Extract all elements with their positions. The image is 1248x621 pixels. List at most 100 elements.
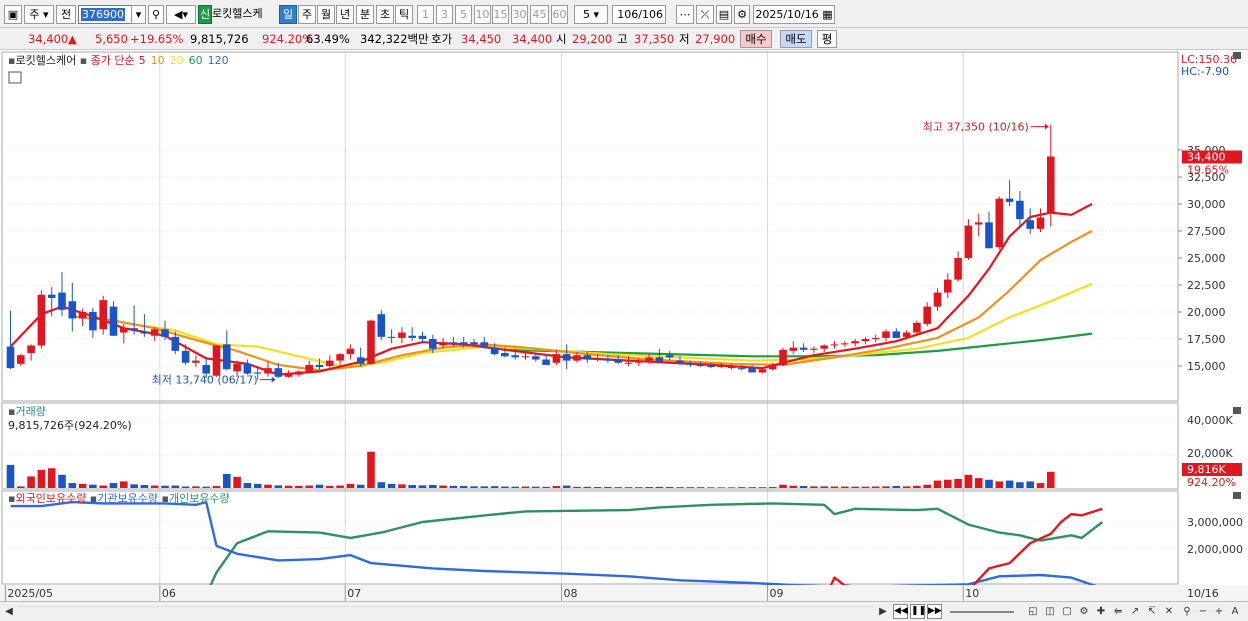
stock-chart[interactable]: 35,00032,50030,00027,50025,00022,50020,0… — [0, 50, 1248, 601]
zoom-slider[interactable] — [950, 611, 1014, 613]
candle-body — [47, 294, 56, 298]
interval-select[interactable]: 5 ▾ — [574, 5, 608, 24]
candle-body — [429, 339, 437, 349]
settings-icon[interactable]: ⚙ — [734, 5, 750, 24]
first-page-icon[interactable]: ◀◀ — [893, 604, 908, 619]
panel-table-icon[interactable] — [8, 71, 22, 84]
volume-bar — [892, 486, 901, 488]
volume-bar — [964, 474, 973, 488]
trend-tool-icon[interactable]: ↗ — [1128, 604, 1142, 619]
volume-bar — [902, 486, 911, 488]
buy-button[interactable]: 매수 — [740, 30, 772, 48]
candle-body — [532, 356, 540, 360]
zoom-out-icon[interactable]: − — [1196, 604, 1210, 619]
period-button[interactable]: 초 — [376, 5, 394, 24]
volume-bar — [387, 483, 396, 488]
pause-icon[interactable]: ❚❚ — [910, 604, 926, 619]
open-label: 시 — [556, 32, 567, 46]
last-price-label: 34,400 — [1187, 150, 1226, 163]
high-annotation: 최고 37,350 (10/16) — [923, 121, 1029, 134]
volume-bar — [593, 487, 602, 488]
candle-body — [202, 364, 210, 374]
code-dropdown-icon[interactable]: ▾ — [131, 5, 146, 24]
volume-bar — [748, 487, 756, 488]
copy-icon[interactable]: ◱ — [1026, 604, 1040, 619]
prev-button[interactable]: 전 — [56, 5, 76, 24]
holding-panel-close-icon[interactable] — [1233, 492, 1241, 499]
interval-button[interactable]: 5 — [455, 5, 472, 24]
fibo-tool-icon[interactable]: ↸ — [1145, 604, 1159, 619]
candle-body — [604, 358, 612, 361]
period-button[interactable]: 주 — [298, 5, 316, 24]
candle-body — [696, 364, 705, 366]
window-icon[interactable]: ▢ — [1060, 604, 1074, 619]
candle-body — [902, 332, 911, 337]
horizontal-scrollbar[interactable] — [18, 606, 873, 617]
interval-button[interactable]: 3 — [436, 5, 453, 24]
holding-panel-legend: ▪외국인보유수량 ▪기관보유수량 ▪개인보유수량 — [8, 492, 230, 505]
zoom-in-icon[interactable]: + — [1212, 604, 1226, 619]
candle-body — [17, 355, 25, 364]
interval-button[interactable]: 15 — [492, 5, 509, 24]
price-panel-close-icon[interactable] — [1233, 52, 1241, 59]
last-page-icon[interactable]: ▶▶ — [927, 604, 942, 619]
candle-body — [264, 368, 272, 374]
speaker-icon[interactable]: ◀▾ — [166, 5, 196, 24]
interval-button[interactable]: 1 — [417, 5, 434, 24]
period-button[interactable]: 년 — [336, 5, 354, 24]
candle-body — [985, 222, 993, 249]
period-button[interactable]: 월 — [317, 5, 335, 24]
price-tick-label: 15,000 — [1187, 360, 1226, 373]
volume-bar — [398, 484, 406, 488]
candle-body — [501, 353, 509, 357]
grid-icon[interactable]: ⋯ — [676, 5, 694, 24]
layout-icon[interactable]: ▣ — [4, 5, 22, 24]
volume-bar — [429, 485, 437, 488]
candle-body — [408, 335, 416, 338]
tools-icon[interactable]: ⚙ — [1077, 604, 1091, 619]
volume-panel-close-icon[interactable] — [1233, 407, 1241, 414]
scroll-left-icon[interactable]: ◀ — [2, 604, 16, 619]
quote-bar: 34,400 ▲ 5,650 +19.65% 9,815,726 924.20%… — [0, 28, 1248, 50]
volume-bar — [676, 487, 684, 488]
interval-button[interactable]: 60 — [551, 5, 568, 24]
erase-icon[interactable]: ✕ — [1162, 604, 1176, 619]
candle-body — [470, 342, 478, 345]
candle-body — [552, 354, 561, 363]
date-field[interactable]: 2025/10/16 ▦ — [753, 5, 835, 24]
count-field[interactable]: 106/106 — [612, 5, 666, 24]
sell-button[interactable]: 매도 — [780, 30, 812, 48]
x-tick-label: 08 — [564, 587, 578, 600]
volume-bar — [315, 484, 324, 488]
trade-amount: 342,322백만 — [360, 32, 429, 46]
scroll-right-icon[interactable]: ▶ — [876, 604, 890, 619]
volume-bar — [253, 483, 262, 488]
interval-button[interactable]: 10 — [474, 5, 491, 24]
search-icon[interactable]: ⚲ — [148, 5, 164, 24]
crosshair-icon[interactable]: ✚ — [1094, 604, 1108, 619]
scale-icon[interactable]: ⤫ — [696, 5, 714, 24]
volume-bar — [68, 483, 77, 488]
save-icon[interactable]: ▤ — [716, 5, 732, 24]
zoom-icon[interactable]: ⚲ — [1180, 604, 1194, 619]
interval-button[interactable]: 45 — [530, 5, 549, 24]
interval-button[interactable]: 30 — [511, 5, 528, 24]
volume-bar — [27, 476, 35, 488]
candle-body — [274, 368, 283, 377]
market-select[interactable]: 주 ▾ — [24, 5, 54, 24]
period-button[interactable]: 틱 — [395, 5, 413, 24]
line-tool-icon[interactable]: ⥢ — [1111, 604, 1125, 619]
volume-bar — [871, 486, 880, 488]
candle-body — [851, 341, 859, 344]
volume-panel-title: ▪거래량 — [8, 405, 46, 418]
candle-body — [727, 367, 736, 369]
period-button[interactable]: 분 — [356, 5, 374, 24]
font-icon[interactable]: A — [1228, 604, 1242, 619]
volume-bar — [995, 481, 1004, 488]
volume-bar — [830, 486, 839, 488]
candle-body — [449, 342, 458, 344]
period-button[interactable]: 일 — [279, 5, 297, 24]
legend-prefix: 종가 단순 — [91, 54, 135, 67]
print-icon[interactable]: ◫ — [1043, 604, 1057, 619]
eval-button[interactable]: 평 — [817, 30, 837, 48]
